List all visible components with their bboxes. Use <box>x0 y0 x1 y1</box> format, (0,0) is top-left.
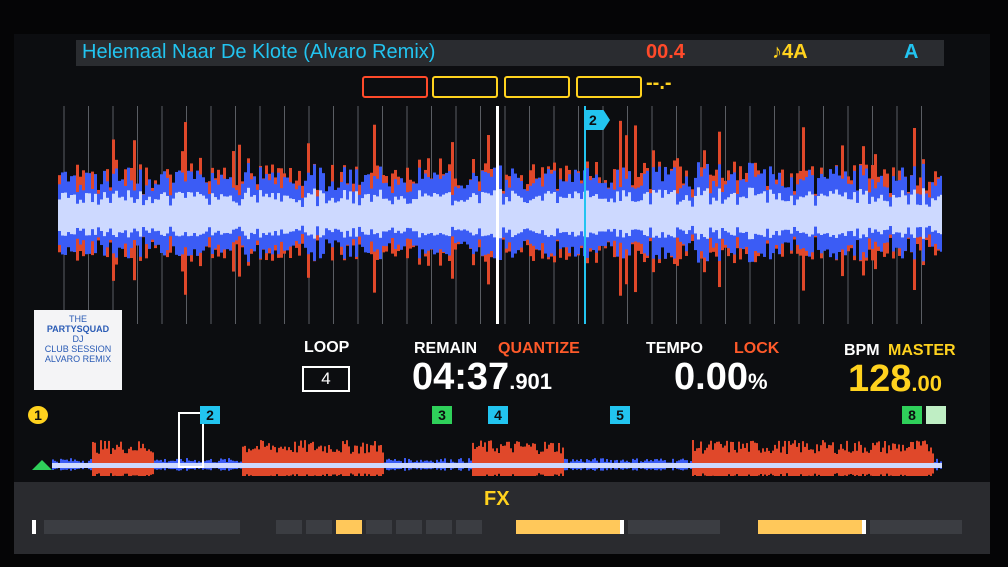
remaining-time-ms: .901 <box>509 369 553 394</box>
beat-countdown-box-2 <box>432 76 498 98</box>
overview-cue-3[interactable]: 3 <box>432 406 452 424</box>
elapsed-indicator: 00.4 <box>646 41 685 63</box>
overview-waveform-graphic <box>52 440 942 476</box>
deck-indicator: A <box>904 41 919 63</box>
bpm-value-main: 128 <box>848 358 912 400</box>
overview-cue-5[interactable]: 5 <box>610 406 630 424</box>
track-key: ♪4A <box>772 41 808 63</box>
fx-slot-8 <box>456 520 482 534</box>
fx-level-bar-1-tick <box>620 520 624 534</box>
fx-level-start <box>32 520 36 534</box>
fx-slot-3 <box>306 520 332 534</box>
track-overview[interactable] <box>32 412 954 476</box>
tempo-unit: % <box>747 369 768 394</box>
loop-label: LOOP <box>304 339 350 356</box>
overview-cue-extra-block <box>926 406 946 424</box>
fx-slot-7 <box>426 520 452 534</box>
overview-cue-2[interactable]: 2 <box>200 406 220 424</box>
fx-level-bar-2-tick <box>862 520 866 534</box>
cdj-screen: Helemaal Naar De Klote (Alvaro Remix) 00… <box>14 34 990 554</box>
fx-slot-2 <box>276 520 302 534</box>
hot-cue-line <box>584 106 586 324</box>
tempo-value-main: 0.00 <box>674 356 748 398</box>
fx-level-bar-2 <box>758 520 862 534</box>
beat-countdown-box-4 <box>576 76 642 98</box>
album-artwork: THE PARTYSQUAD DJ CLUB SESSION ALVARO RE… <box>34 310 122 390</box>
beat-countdown-box-1 <box>362 76 428 98</box>
fx-slot-1 <box>44 520 240 534</box>
artwork-text-line: DJ <box>72 334 84 344</box>
fx-slot-4-active <box>336 520 362 534</box>
fx-panel: FX <box>14 482 990 554</box>
tempo-value: 0.00% <box>674 356 768 399</box>
remaining-time: 04:37.901 <box>412 356 552 399</box>
fx-level-bar-1-empty <box>628 520 720 534</box>
artwork-text-line: CLUB SESSION <box>44 344 112 354</box>
loop-length-value[interactable]: 4 <box>302 366 350 392</box>
overview-cue-8[interactable]: 8 <box>902 406 922 424</box>
bpm-value-decimal: .00 <box>911 371 942 396</box>
beat-countdown-readout: --.- <box>646 72 672 94</box>
fx-slot-6 <box>396 520 422 534</box>
fx-level-bar-2-empty <box>870 520 962 534</box>
waveform-graphic <box>58 106 942 324</box>
artwork-text-line: PARTYSQUAD <box>46 324 110 334</box>
memory-cue-triangle-icon <box>32 460 52 470</box>
artwork-text-line: THE <box>69 314 87 324</box>
fx-level-bar-1 <box>516 520 620 534</box>
playhead-line <box>496 106 499 324</box>
bpm-value: 128.00 <box>848 358 942 401</box>
fx-label: FX <box>484 488 510 510</box>
zoomed-waveform[interactable]: 2 <box>58 106 942 324</box>
artwork-text-line: ALVARO REMIX <box>44 354 112 364</box>
track-title: Helemaal Naar De Klote (Alvaro Remix) <box>82 41 436 63</box>
track-info-bar: Helemaal Naar De Klote (Alvaro Remix) 00… <box>76 40 944 66</box>
fx-slot-5 <box>366 520 392 534</box>
overview-cue-4[interactable]: 4 <box>488 406 508 424</box>
remaining-time-main: 04:37 <box>412 356 510 398</box>
overview-cue-1[interactable]: 1 <box>28 406 48 424</box>
beat-countdown-box-3 <box>504 76 570 98</box>
